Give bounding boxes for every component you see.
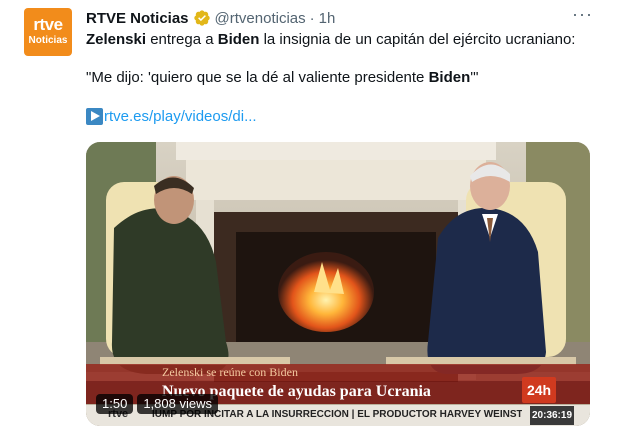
tweet-text-line2: "Me dijo: 'quiero que se la dé al valien… [86, 68, 478, 88]
tweet-text-line1: Zelenski entrega a Biden la insignia de … [86, 30, 575, 50]
tweet-text-segment: la insignia de un capitán del ejército u… [259, 31, 576, 48]
account-name[interactable]: RTVE Noticias [86, 10, 189, 27]
tweet-text-segment: "Me dijo: 'quiero que se la dé al valien… [86, 69, 429, 86]
avatar[interactable]: rtve Noticias [24, 8, 72, 56]
link-url[interactable]: rtve.es/play/videos/di... [104, 108, 257, 125]
avatar-logo-line2: Noticias [28, 35, 68, 46]
lower-third-subtitle-text: Zelenski se reúne con Biden [162, 365, 298, 379]
tweet-text-segment: '" [470, 69, 479, 86]
avatar-logo-line1: rtve [33, 15, 63, 34]
tweet-header: RTVE Noticias @rtvenoticias · 1h [86, 8, 335, 28]
video-duration: 1:50 [96, 394, 134, 414]
lower-third-subtitle: Zelenski se reúne con Biden [86, 364, 590, 381]
verified-badge-icon[interactable] [193, 9, 211, 27]
mention-biden: Biden [217, 31, 260, 48]
tweet-text-segment: entrega a [146, 31, 218, 48]
quote-biden: Biden [428, 69, 471, 86]
video-views: 1,808 views [137, 394, 218, 414]
header-separator: · [309, 9, 315, 27]
more-options-icon[interactable]: ··· [572, 5, 592, 28]
play-button-icon [86, 108, 103, 125]
channel-24h-badge: 24h [522, 377, 556, 403]
mention-zelenski: Zelenski [86, 31, 147, 48]
ticker-clock: 20:36:19 [530, 406, 574, 425]
account-handle[interactable]: @rtvenoticias [215, 10, 306, 27]
tweet-timestamp[interactable]: 1h [319, 10, 336, 27]
tweet-card[interactable]: rtve Noticias RTVE Noticias @rtvenoticia… [0, 0, 630, 441]
video-overlay-info: 1:50 1,808 views [96, 394, 218, 414]
video-player[interactable]: Zelenski se reúne con Biden Nuevo paquet… [86, 142, 590, 426]
tweet-link[interactable]: rtve.es/play/videos/di... [86, 108, 257, 125]
